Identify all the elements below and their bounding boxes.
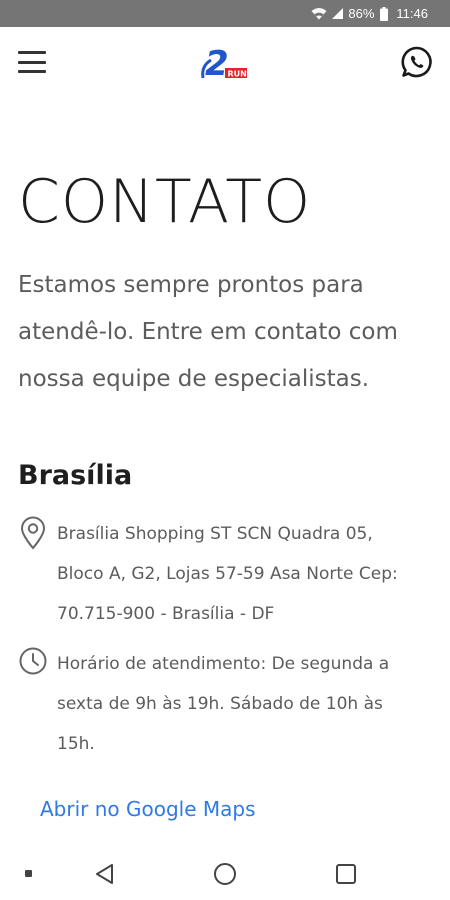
hours-text: Horário de atendimento: De segunda a sex… (57, 644, 389, 764)
svg-text:RUN: RUN (228, 70, 247, 79)
location-pin-icon (18, 516, 48, 634)
address-line: Brasília Shopping ST SCN Quadra 05, (57, 524, 373, 544)
address-text: Brasília Shopping ST SCN Quadra 05, Bloc… (57, 514, 398, 634)
battery-icon (380, 6, 389, 21)
google-maps-link[interactable]: Abrir no Google Maps (40, 792, 256, 826)
wifi-icon (311, 7, 327, 20)
hours-row: Horário de atendimento: De segunda a sex… (18, 644, 432, 764)
hours-line: Horário de atendimento: De segunda a (57, 654, 390, 674)
app-header: 2 RUN (0, 27, 450, 97)
address-row: Brasília Shopping ST SCN Quadra 05, Bloc… (18, 514, 432, 634)
status-bar: 86% 11:46 (0, 0, 450, 27)
city-heading: Brasília (18, 460, 133, 491)
intro-line: nossa equipe de especialistas. (18, 366, 370, 392)
battery-percent: 86% (348, 6, 375, 21)
intro-text: Estamos sempre prontos para atendê-lo. E… (18, 262, 428, 403)
recents-icon[interactable] (333, 861, 359, 887)
intro-line: atendê-lo. Entre em contato com (18, 319, 398, 345)
signal-icon (331, 7, 344, 20)
clock-icon (18, 646, 48, 764)
home-icon[interactable] (212, 861, 238, 887)
intro-line: Estamos sempre prontos para (18, 272, 364, 298)
whatsapp-icon[interactable] (400, 45, 434, 79)
nav-dot-icon (25, 870, 32, 877)
back-icon[interactable] (92, 861, 118, 887)
navigation-bar (0, 847, 450, 900)
address-line: Bloco A, G2, Lojas 57-59 Asa Norte Cep: (57, 564, 398, 584)
page-title: CONTATO (18, 167, 312, 237)
clock: 11:46 (396, 6, 428, 21)
address-line: 70.715-900 - Brasília - DF (57, 604, 275, 624)
brand-logo[interactable]: 2 RUN (199, 40, 251, 84)
hours-line: sexta de 9h às 19h. Sábado de 10h às (57, 694, 383, 714)
hamburger-menu-icon[interactable] (18, 51, 46, 73)
hours-line: 15h. (57, 734, 95, 754)
